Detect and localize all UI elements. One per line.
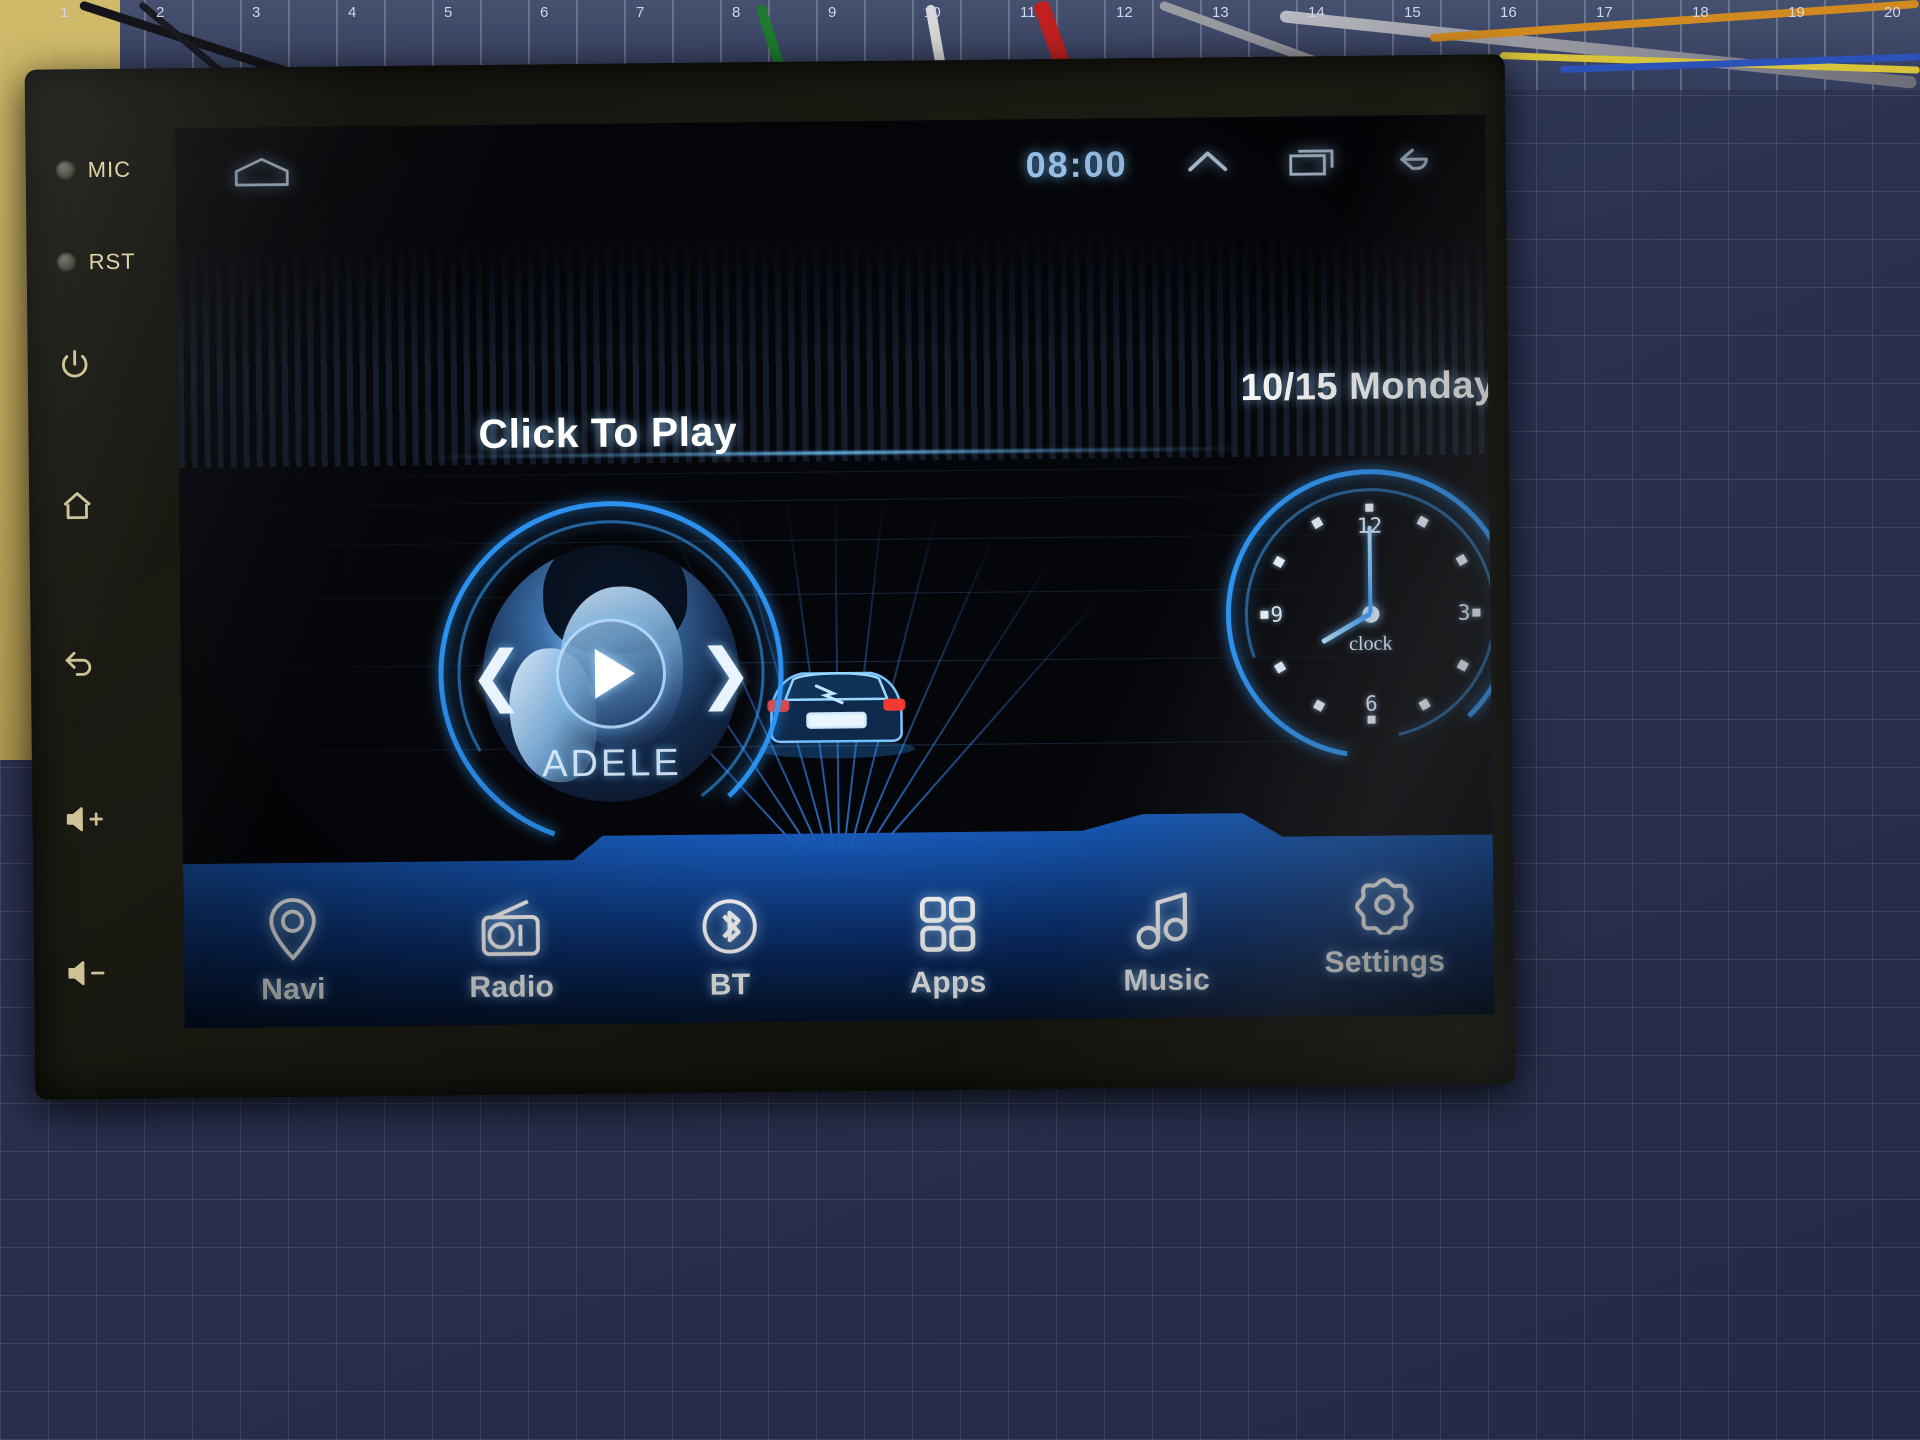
chevron-up-icon[interactable] <box>1183 144 1231 184</box>
previous-track-button[interactable]: ❮ <box>469 638 525 713</box>
nav-label-settings: Settings <box>1324 944 1446 980</box>
home-button[interactable] <box>59 488 194 529</box>
clock-label: clock <box>1348 632 1393 655</box>
clock-tick <box>1272 555 1285 569</box>
ruler-number: 9 <box>828 4 837 21</box>
ruler-number: 7 <box>636 4 645 21</box>
reset-label: RST <box>88 248 136 275</box>
clock-widget[interactable]: 12 3 6 9 clock <box>1219 462 1495 765</box>
clock-tick <box>1312 699 1325 712</box>
clock-tick <box>1471 608 1480 617</box>
music-player-widget[interactable]: ADELE ❮ ❯ <box>429 492 793 856</box>
mic-label: MIC <box>87 156 132 183</box>
nav-items-row: Navi Radio BT Apps Music Settings <box>183 832 1495 1022</box>
clock-tick <box>1273 661 1286 674</box>
clock-tick <box>1417 698 1431 711</box>
ruler-number: 15 <box>1404 4 1421 21</box>
minute-hand <box>1367 525 1373 614</box>
nav-item-radio[interactable]: Radio <box>401 842 621 1020</box>
play-icon <box>594 648 636 699</box>
speaker-plus-icon <box>62 803 108 841</box>
ruler-number: 20 <box>1884 4 1901 21</box>
city-skyline-background <box>176 224 1489 469</box>
car-head-unit: MIC RST 08:00 Click To Play 10/15 Monday… <box>24 54 1516 1100</box>
clock-numeral-9: 9 <box>1270 602 1284 627</box>
date-label: 10/15 Monday <box>1240 364 1495 410</box>
back-button[interactable] <box>61 642 196 683</box>
ruler-number: 4 <box>348 4 357 21</box>
status-time: 08:00 <box>1025 143 1128 186</box>
ruler-number: 12 <box>1116 4 1133 21</box>
next-track-button[interactable]: ❯ <box>697 635 753 710</box>
reset-hole-dot <box>56 252 77 273</box>
power-icon <box>58 347 92 387</box>
nav-label-music: Music <box>1123 963 1211 998</box>
music-note-icon <box>1136 891 1197 959</box>
clock-tick <box>1259 610 1268 619</box>
clock-tick <box>1455 553 1468 567</box>
nav-item-navi[interactable]: Navi <box>183 844 403 1022</box>
clock-tick <box>1456 659 1469 672</box>
volume-up-button[interactable] <box>62 802 197 841</box>
play-button[interactable] <box>555 618 667 730</box>
ruler-number: 13 <box>1212 4 1229 21</box>
nav-label-radio: Radio <box>469 970 555 1005</box>
ruler-number: 8 <box>732 4 741 21</box>
home-outline-icon[interactable] <box>232 153 292 193</box>
mic-hole-dot <box>55 160 76 181</box>
nav-item-music[interactable]: Music <box>1056 835 1276 1013</box>
nav-item-bt[interactable]: BT <box>619 839 839 1017</box>
reset-hole[interactable]: RST <box>56 248 192 275</box>
android-status-bar: 08:00 <box>175 114 1486 220</box>
ruler-number: 3 <box>252 4 261 21</box>
touchscreen[interactable]: 08:00 Click To Play 10/15 Monday ADELE ❮… <box>175 114 1495 1029</box>
power-button[interactable] <box>58 346 193 387</box>
bluetooth-icon <box>698 895 761 963</box>
volume-down-button[interactable] <box>64 956 199 995</box>
clock-numeral-6: 6 <box>1364 691 1378 716</box>
ruler-number: 19 <box>1788 4 1805 21</box>
nav-item-apps[interactable]: Apps <box>838 837 1058 1015</box>
ruler-number: 14 <box>1308 4 1325 21</box>
ruler-number: 1 <box>60 4 69 21</box>
clock-tick <box>1416 515 1429 528</box>
mic-hole[interactable]: MIC <box>55 156 191 183</box>
gear-icon <box>1354 874 1415 940</box>
ruler-number: 17 <box>1596 4 1613 21</box>
ruler-number: 6 <box>540 4 549 21</box>
recent-apps-icon[interactable] <box>1287 143 1339 183</box>
ruler-number: 2 <box>156 4 165 21</box>
bottom-nav-bar: Navi Radio BT Apps Music Settings <box>182 804 1494 1028</box>
ruler-number: 18 <box>1692 4 1709 21</box>
artist-name: ADELE <box>541 741 682 786</box>
ruler-number: 11 <box>1020 4 1036 21</box>
nav-label-navi: Navi <box>260 972 326 1007</box>
clock-face: 12 3 6 9 clock <box>1253 497 1487 731</box>
player-title: Click To Play <box>478 408 738 458</box>
nav-label-apps: Apps <box>910 965 987 1000</box>
radio-icon <box>478 897 545 965</box>
map-pin-icon <box>263 896 322 968</box>
speaker-minus-icon <box>64 957 110 995</box>
ruler-number: 5 <box>444 4 453 21</box>
ruler-number: 10 <box>924 4 941 21</box>
nav-item-settings[interactable]: Settings <box>1274 832 1494 1010</box>
back-arrow-icon <box>61 643 99 683</box>
clock-numeral-3: 3 <box>1457 600 1471 625</box>
clock-tick <box>1366 715 1376 724</box>
photo-scene: MIC RST 08:00 Click To Play 10/15 Monday… <box>0 0 1920 1440</box>
clock-tick <box>1310 516 1323 530</box>
nav-label-bt: BT <box>709 968 751 1002</box>
clock-numeral-12: 12 <box>1356 513 1383 538</box>
ruler-number: 16 <box>1500 4 1517 21</box>
back-arrow-icon[interactable] <box>1395 141 1447 181</box>
grid-apps-icon <box>916 893 979 961</box>
clock-tick <box>1364 503 1373 512</box>
home-icon <box>59 489 95 529</box>
